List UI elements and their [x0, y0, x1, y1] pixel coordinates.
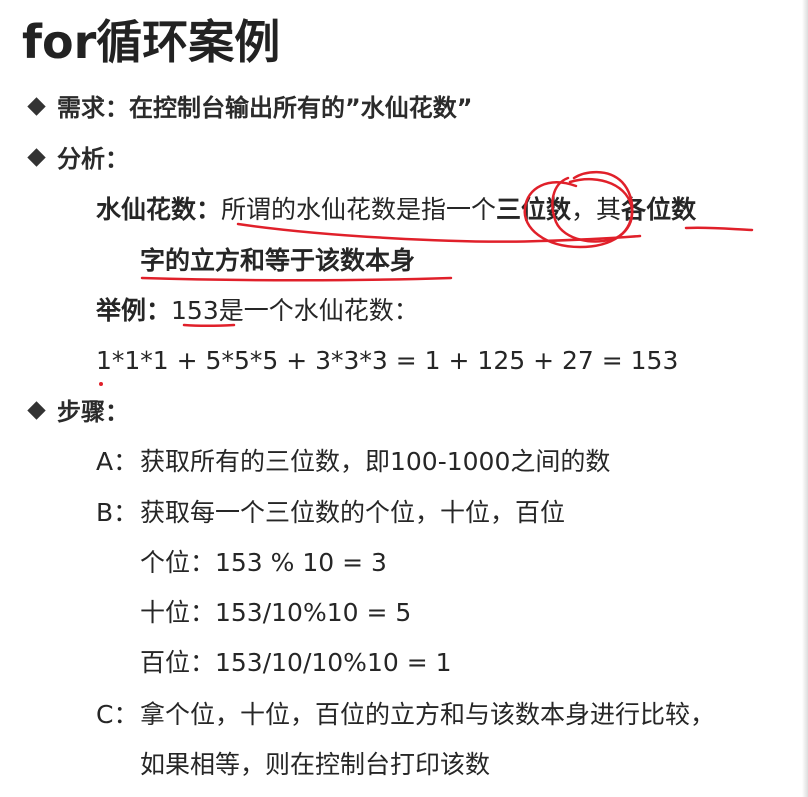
analysis-label: 分析： — [57, 145, 129, 173]
definition-bold-2: 各位数 — [621, 195, 697, 224]
step-a: A：获取所有的三位数，即100-1000之间的数 — [96, 444, 610, 480]
step-text: 拿个位，十位，百位的立方和与该数本身进行比较， — [140, 700, 716, 729]
step-c: C：拿个位，十位，百位的立方和与该数本身进行比较， — [96, 697, 715, 733]
diamond-bullet-icon — [27, 97, 46, 116]
step-b: B：获取每一个三位数的个位，十位，百位 — [96, 495, 565, 531]
example-text: 153是一个水仙花数： — [171, 296, 419, 325]
example-line: 举例：153是一个水仙花数： — [96, 293, 419, 329]
underline-definition-bold-2 — [684, 226, 754, 232]
definition-term: 水仙花数： — [96, 195, 222, 224]
step-letter: B： — [96, 498, 139, 527]
bullet-steps: 步骤： — [26, 394, 129, 430]
steps-label: 步骤： — [57, 398, 129, 426]
definition-line-1: 水仙花数：所谓的水仙花数是指一个三位数，其各位数 — [96, 192, 696, 228]
bullet-analysis: 分析： — [26, 141, 129, 177]
step-b-tens: 十位：153/10%10 = 5 — [140, 598, 412, 627]
step-text: 获取每一个三位数的个位，十位，百位 — [140, 498, 566, 527]
example-formula: 1*1*1 + 5*5*5 + 3*3*3 = 1 + 125 + 27 = 1… — [96, 346, 679, 375]
requirement-label: 需求： — [57, 94, 129, 122]
step-letter: C： — [96, 700, 139, 729]
definition-text-1: 所谓的水仙花数是指一个 — [221, 195, 497, 224]
definition-text-2: ，其 — [571, 195, 622, 224]
step-letter: A： — [96, 447, 139, 476]
diamond-bullet-icon — [27, 401, 46, 420]
ink-dot — [99, 382, 103, 386]
step-c-continued: 如果相等，则在控制台打印该数 — [140, 750, 491, 779]
definition-bold-1: 三位数 — [496, 195, 572, 224]
step-b-ones: 个位：153 % 10 = 3 — [140, 548, 387, 577]
diamond-bullet-icon — [27, 148, 46, 167]
page-edge-shadow — [802, 0, 808, 797]
step-text: 获取所有的三位数，即100-1000之间的数 — [140, 447, 611, 476]
slide-title: for循环案例 — [22, 15, 281, 69]
example-term: 举例： — [96, 296, 172, 325]
slide: for循环案例 需求：在控制台输出所有的”水仙花数” 分析： 水仙花数：所谓的水… — [0, 0, 808, 797]
requirement-text: 在控制台输出所有的”水仙花数” — [129, 94, 473, 122]
bullet-requirement: 需求：在控制台输出所有的”水仙花数” — [26, 90, 473, 126]
step-b-hundreds: 百位：153/10/10%10 = 1 — [140, 648, 452, 677]
definition-line-2: 字的立方和等于该数本身 — [140, 246, 416, 275]
